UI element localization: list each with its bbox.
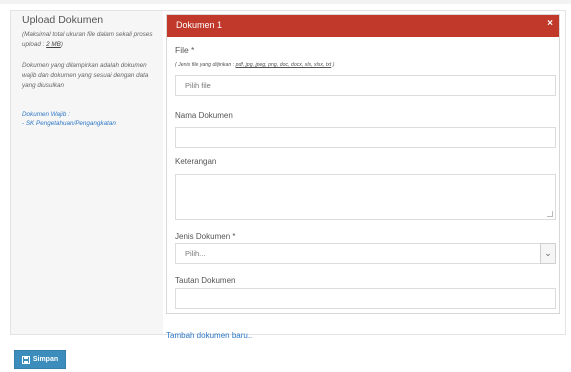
description-label: Keterangan [175, 157, 217, 166]
document-type-value: Pilih... [185, 249, 206, 258]
file-input[interactable]: Pilih file [175, 75, 556, 96]
link-label: Tautan Dokumen [175, 276, 236, 285]
description-textarea[interactable] [175, 174, 556, 220]
size-note-end: ) [60, 41, 63, 48]
required-docs-label: Dokumen Wajib : [22, 111, 70, 118]
required-doc-item: - SK Pengetahuan/Pengangkatan [22, 120, 116, 127]
size-note-text: (Maksimal total ukuran file dalam sekali… [22, 31, 153, 48]
size-note: (Maksimal total ukuran file dalam sekali… [22, 30, 162, 50]
file-types: pdf, jpg, jpeg, png, doc, docx, xls, xls… [235, 62, 332, 68]
max-size: 2 MB [46, 41, 61, 48]
add-document-link[interactable]: Tambah dokumen baru.. [166, 331, 252, 340]
file-type-hint: ( Jenis file yang diijinkan : pdf, jpg, … [175, 62, 334, 68]
resize-handle-icon[interactable] [547, 211, 553, 217]
upload-title: Upload Dokumen [22, 14, 104, 26]
file-hint-text: ( Jenis file yang diijinkan : [175, 62, 235, 68]
upload-panel: Upload Dokumen (Maksimal total ukuran fi… [10, 10, 566, 335]
name-label: Nama Dokumen [175, 111, 233, 120]
file-label: File * [175, 45, 195, 55]
save-label: Simpan [32, 356, 59, 363]
chevron-down-icon[interactable]: ⌄ [540, 243, 556, 264]
save-icon [21, 355, 30, 364]
upload-sidebar: Upload Dokumen (Maksimal total ukuran fi… [11, 11, 163, 334]
document-title: Dokumen 1 [176, 20, 223, 30]
document-name-input[interactable] [175, 127, 556, 148]
document-header: Dokumen 1 × [167, 15, 559, 37]
document-card: Dokumen 1 × File * ( Jenis file yang dii… [166, 14, 560, 314]
document-type-label: Jenis Dokumen * [175, 232, 236, 241]
document-link-input[interactable] [175, 288, 556, 309]
top-divider [0, 0, 571, 4]
file-hint-end: ) [332, 62, 335, 68]
document-type-select[interactable]: Pilih... ⌄ [175, 243, 556, 264]
close-icon[interactable]: × [547, 18, 553, 29]
upload-description: Dokumen yang dilampirkan adalah dokumen … [22, 62, 149, 89]
save-button[interactable]: Simpan [14, 350, 66, 369]
